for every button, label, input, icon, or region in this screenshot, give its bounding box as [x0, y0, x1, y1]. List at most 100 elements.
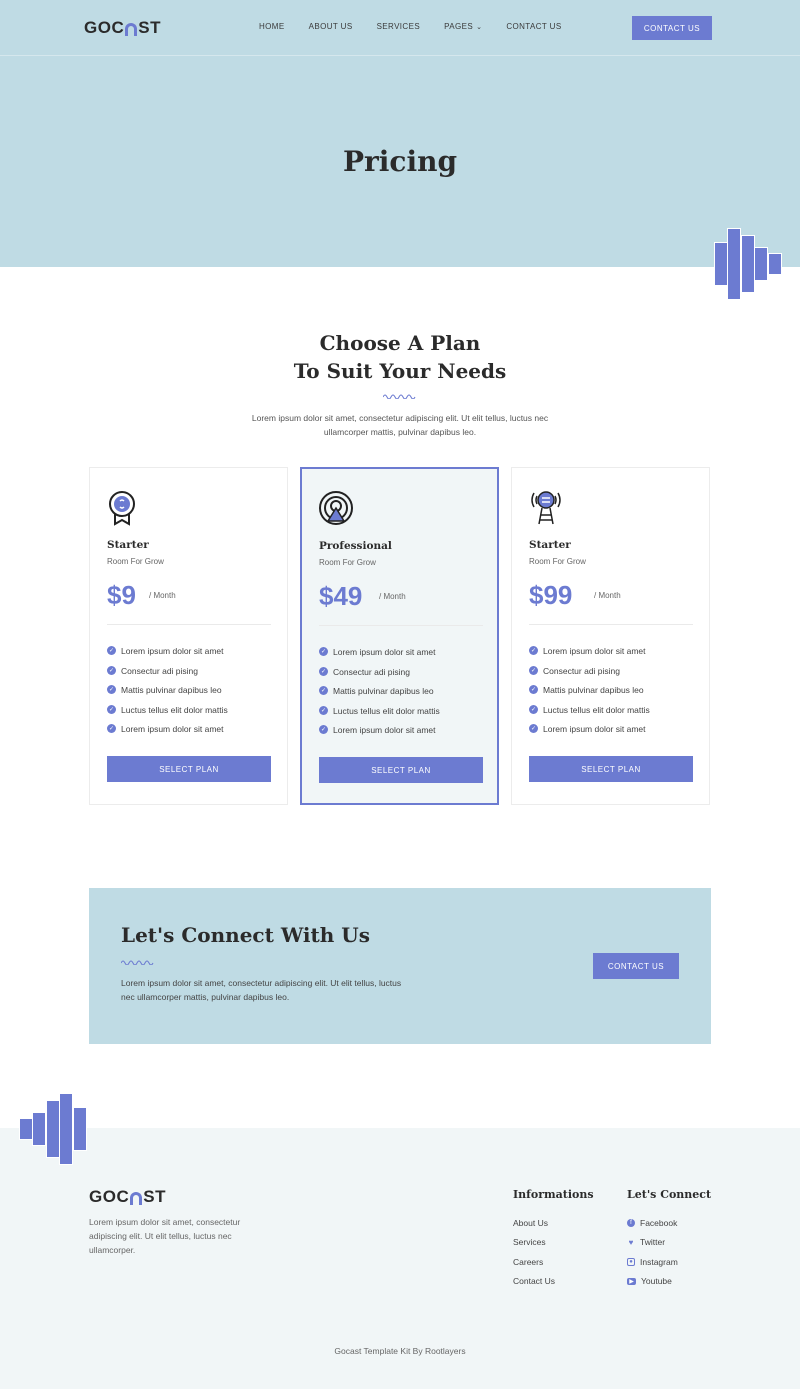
check-icon: ✓	[319, 725, 328, 734]
nav-pages[interactable]: PAGES ⌄	[444, 22, 482, 31]
bar-shape	[741, 235, 755, 293]
check-icon: ✓	[319, 666, 328, 676]
feature-item: ✓ Mattis pulvinar dapibus leo	[107, 685, 228, 705]
social-label: Facebook	[640, 1217, 678, 1228]
feature-text: Mattis pulvinar dapibus leo	[333, 686, 434, 696]
decorative-bars-right	[714, 228, 782, 300]
plan-price: $9	[107, 580, 136, 610]
decorative-bars-left	[19, 1093, 87, 1165]
plan-price: $49	[319, 581, 363, 611]
feature-text: Lorem ipsum dolor sit amet	[543, 724, 646, 734]
feature-item: ✓ Luctus tellus elit dolor mattis	[529, 704, 650, 725]
nav-services[interactable]: SERVICES	[377, 22, 421, 31]
badge-icon	[109, 491, 135, 526]
feature-text: Mattis pulvinar dapibus leo	[121, 685, 222, 695]
chevron-down-icon: ⌄	[476, 24, 483, 31]
check-icon: ✓	[319, 647, 328, 656]
bar-shape	[46, 1100, 60, 1158]
plan-subtitle: Room For Grow	[107, 557, 164, 566]
bar-shape	[19, 1118, 33, 1140]
check-icon: ✓	[529, 685, 538, 694]
bar-shape	[754, 247, 768, 281]
feature-text: Lorem ipsum dolor sit amet	[121, 724, 224, 734]
wave-divider-icon	[383, 394, 416, 399]
nav-home[interactable]: HOME	[259, 22, 285, 31]
feature-item: ✓ Lorem ipsum dolor sit amet	[107, 724, 228, 744]
check-icon: ✓	[319, 686, 328, 695]
plans-title-line1: Choose A Plan	[319, 331, 481, 355]
twitter-icon: ♥	[628, 1237, 634, 1247]
card-divider	[529, 624, 693, 625]
footer-link-twitter[interactable]: ♥ Twitter	[627, 1233, 711, 1253]
footer-info-title: Informations	[513, 1188, 594, 1201]
footer-link-careers[interactable]: Careers	[513, 1252, 594, 1272]
plans-title-line2: To Suit Your Needs	[293, 359, 507, 383]
feature-item: ✓ Mattis pulvinar dapibus leo	[529, 685, 650, 705]
feature-text: Lorem ipsum dolor sit amet	[121, 646, 224, 656]
broadcast-icon	[319, 491, 353, 525]
plans-description: Lorem ipsum dolor sit amet, consectetur …	[251, 413, 549, 437]
feature-item: ✓ Mattis pulvinar dapibus leo	[319, 686, 440, 706]
footer-link-services[interactable]: Services	[513, 1233, 594, 1253]
nav-contact-us[interactable]: CONTACT US	[506, 22, 561, 31]
feature-item: ✓ Lorem ipsum dolor sit amet	[319, 647, 440, 667]
select-plan-button[interactable]: SELECT PLAN	[529, 756, 693, 782]
feature-item: ✓ Consectur adi pising	[529, 665, 650, 686]
feature-item: ✓ Lorem ipsum dolor sit amet	[529, 724, 650, 744]
bar-shape	[714, 242, 728, 286]
footer-about-text: Lorem ipsum dolor sit amet, consectetur …	[89, 1217, 241, 1255]
connect-banner: Let's Connect With Us Lorem ipsum dolor …	[89, 888, 711, 1044]
feature-item: ✓ Lorem ipsum dolor sit amet	[107, 646, 228, 666]
feature-list: ✓ Lorem ipsum dolor sit amet ✓ Consectur a…	[107, 646, 228, 744]
connect-contact-button[interactable]: CONTACT US	[593, 953, 679, 979]
social-label: Youtube	[641, 1276, 672, 1287]
bar-shape	[768, 253, 782, 275]
nav-about-us[interactable]: ABOUT US	[309, 22, 353, 31]
hero-section: GOC ST HOME ABOUT US SERVICES PAGES ⌄ CONT…	[0, 0, 800, 267]
feature-text: Lorem ipsum dolor sit amet	[543, 646, 646, 656]
check-icon: ✓	[107, 646, 116, 655]
bar-shape	[727, 228, 741, 300]
bar-shape	[32, 1112, 46, 1146]
feature-item: ✓ Lorem ipsum dolor sit amet	[529, 646, 650, 666]
check-icon: ✓	[529, 724, 538, 733]
select-plan-button[interactable]: SELECT PLAN	[107, 756, 271, 782]
footer-link-instagram[interactable]: ● Instagram	[627, 1252, 711, 1272]
footer-informations: Informations About Us Services Careers C…	[513, 1188, 594, 1291]
footer-link-youtube[interactable]: ▶ Youtube	[627, 1272, 711, 1292]
feature-text: Luctus tellus elit dolor mattis	[121, 704, 228, 715]
check-icon: ✓	[529, 646, 538, 655]
footer-logo[interactable]: GOC ST	[89, 1187, 166, 1207]
copyright-text: Gocast Template Kit By Rootlayers	[334, 1346, 466, 1356]
bar-shape	[59, 1093, 73, 1165]
facebook-icon: f	[627, 1218, 635, 1227]
feature-text: Luctus tellus elit dolor mattis	[543, 704, 650, 715]
footer-social: Let's Connect f Facebook ♥ Twitter ● Instag…	[627, 1188, 711, 1291]
youtube-icon: ▶	[627, 1277, 636, 1285]
plan-name: Starter	[529, 539, 571, 551]
bar-shape	[73, 1107, 87, 1151]
page-title: Pricing	[342, 145, 458, 178]
pricing-card-professional: Professional Room For Grow $49 / Month ✓…	[300, 467, 499, 805]
logo-arch-icon	[130, 1191, 143, 1205]
connect-title: Let's Connect With Us	[121, 923, 370, 947]
header-contact-button[interactable]: CONTACT US	[632, 16, 712, 40]
feature-item: ✓ Luctus tellus elit dolor mattis	[107, 704, 228, 725]
social-label: Twitter	[640, 1237, 666, 1248]
feature-text: Mattis pulvinar dapibus leo	[543, 685, 644, 695]
site-footer: GOC ST Lorem ipsum dolor sit amet, consec…	[0, 1128, 800, 1389]
footer-link-contact-us[interactable]: Contact Us	[513, 1272, 594, 1292]
site-logo[interactable]: GOC ST	[84, 18, 161, 38]
footer-link-about-us[interactable]: About Us	[513, 1213, 594, 1233]
footer-link-facebook[interactable]: f Facebook	[627, 1213, 711, 1233]
social-label: Instagram	[640, 1256, 678, 1267]
plan-period: / Month	[149, 591, 176, 600]
plan-period: / Month	[594, 591, 621, 600]
logo-text-left: GOC	[89, 1187, 130, 1206]
logo-arch-icon	[125, 22, 138, 36]
main-menu: HOME ABOUT US SERVICES PAGES ⌄ CONTACT US	[259, 22, 586, 31]
footer-connect-title: Let's Connect	[627, 1188, 712, 1201]
select-plan-button[interactable]: SELECT PLAN	[319, 757, 483, 783]
check-icon: ✓	[107, 685, 116, 694]
plan-price: $99	[529, 580, 573, 610]
